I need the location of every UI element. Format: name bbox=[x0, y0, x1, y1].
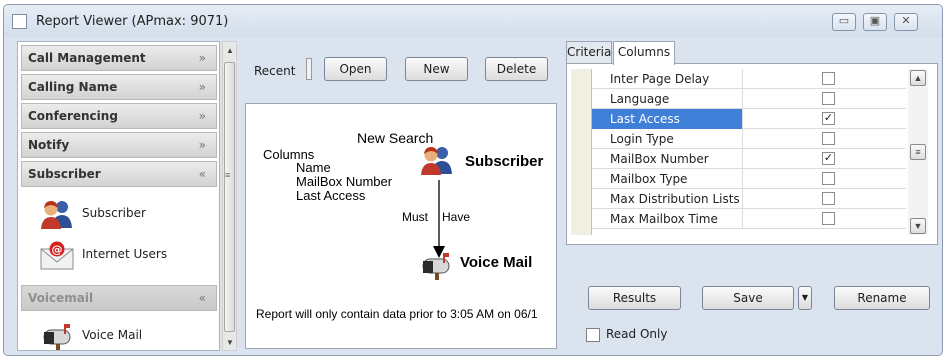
nav-item-internet-users[interactable]: @ Internet Users bbox=[40, 239, 210, 270]
table-row[interactable]: Mailbox Type bbox=[592, 169, 906, 189]
column-checkbox[interactable] bbox=[822, 132, 835, 145]
svg-text:@: @ bbox=[52, 243, 63, 256]
grip-icon: ≡ bbox=[225, 170, 231, 180]
rename-button[interactable]: Rename bbox=[834, 286, 930, 310]
navigation-pane: Call Management » Calling Name » Confere… bbox=[17, 41, 220, 351]
row-name: Language bbox=[610, 92, 670, 106]
navigation-scrollbar[interactable]: ▲ ≡ ▼ bbox=[222, 41, 237, 351]
tab-criteria[interactable]: Criteria bbox=[566, 41, 612, 63]
row-name: Last Access bbox=[610, 112, 680, 126]
mailbox-icon[interactable] bbox=[419, 249, 453, 281]
table-row[interactable]: Last Access ✓ bbox=[592, 109, 906, 129]
mailbox-icon bbox=[43, 324, 71, 350]
section-calling-name[interactable]: Calling Name » bbox=[21, 74, 217, 100]
section-label: Subscriber bbox=[28, 167, 101, 181]
scroll-thumb[interactable]: ≡ bbox=[910, 144, 926, 160]
scroll-up-icon[interactable]: ▲ bbox=[910, 70, 926, 86]
column-checkbox[interactable]: ✓ bbox=[822, 112, 835, 125]
target-node-label: Voice Mail bbox=[460, 254, 533, 271]
table-row[interactable]: Max Distribution Lists bbox=[592, 189, 906, 209]
row-name: Max Distribution Lists bbox=[610, 192, 740, 206]
table-row[interactable]: Language bbox=[592, 89, 906, 109]
save-dropdown-button[interactable]: ▼ bbox=[798, 286, 812, 310]
nav-item-label: Voice Mail bbox=[82, 328, 143, 342]
row-name: Login Type bbox=[610, 132, 674, 146]
date-limit-note: Report will only contain data prior to 3… bbox=[256, 307, 538, 321]
read-only-label: Read Only bbox=[606, 327, 668, 341]
column-item: MailBox Number bbox=[296, 174, 393, 189]
columns-scrollbar[interactable]: ▲ ≡ ▼ bbox=[908, 69, 928, 235]
users-icon[interactable] bbox=[420, 144, 454, 176]
window-title: Report Viewer (APmax: 9071) bbox=[36, 14, 229, 29]
scroll-thumb[interactable] bbox=[224, 62, 235, 332]
section-conferencing[interactable]: Conferencing » bbox=[21, 103, 217, 129]
save-button[interactable]: Save bbox=[702, 286, 794, 310]
search-diagram[interactable]: New Search Columns Name MailBox Number L… bbox=[245, 103, 557, 349]
scroll-down-icon[interactable]: ▼ bbox=[226, 338, 234, 347]
minimize-button[interactable]: ▭ bbox=[832, 13, 856, 31]
section-call-management[interactable]: Call Management » bbox=[21, 45, 217, 71]
open-button[interactable]: Open bbox=[324, 57, 387, 81]
read-only-checkbox[interactable] bbox=[586, 328, 600, 342]
maximize-button[interactable]: ▣ bbox=[863, 13, 887, 31]
scroll-up-icon[interactable]: ▲ bbox=[226, 46, 234, 55]
columns-grid: Inter Page Delay Language Last Access ✓ … bbox=[566, 63, 938, 245]
table-row[interactable]: Inter Page Delay bbox=[592, 69, 906, 89]
email-icon: @ bbox=[40, 241, 74, 270]
chevron-down-icon: » bbox=[198, 138, 206, 152]
section-voicemail[interactable]: Voicemail « bbox=[21, 285, 217, 311]
users-icon bbox=[41, 201, 72, 229]
grid-row-header bbox=[571, 69, 592, 235]
new-button[interactable]: New bbox=[405, 57, 468, 81]
properties-panel: Criteria Columns Inter Page Delay Langua… bbox=[564, 41, 942, 355]
section-notify[interactable]: Notify » bbox=[21, 132, 217, 158]
column-item: Name bbox=[296, 160, 331, 175]
source-node-label: Subscriber bbox=[465, 153, 544, 170]
relation-right-label: Have bbox=[442, 210, 471, 224]
search-panel: Recent Open New Delete New Search Column… bbox=[240, 41, 560, 351]
section-label: Voicemail bbox=[28, 291, 94, 305]
column-checkbox[interactable] bbox=[822, 92, 835, 105]
column-checkbox[interactable] bbox=[822, 212, 835, 225]
nav-item-label: Internet Users bbox=[82, 247, 168, 261]
section-label: Calling Name bbox=[28, 80, 118, 94]
nav-item-subscriber[interactable]: Subscriber bbox=[40, 198, 210, 229]
row-name: Max Mailbox Time bbox=[610, 212, 718, 226]
table-row[interactable]: Login Type bbox=[592, 129, 906, 149]
chevron-down-icon: » bbox=[198, 80, 206, 94]
delete-button[interactable]: Delete bbox=[485, 57, 548, 81]
column-item: Last Access bbox=[296, 188, 366, 203]
recent-dropdown-handle[interactable] bbox=[306, 58, 312, 80]
column-checkbox[interactable]: ✓ bbox=[822, 152, 835, 165]
section-subscriber[interactable]: Subscriber « bbox=[21, 161, 217, 187]
relation-left-label: Must bbox=[402, 210, 429, 224]
chevron-up-icon: « bbox=[198, 167, 206, 181]
window-icon bbox=[12, 14, 27, 29]
column-checkbox[interactable] bbox=[822, 72, 835, 85]
nav-item-voice-mail[interactable]: Voice Mail bbox=[40, 320, 210, 350]
recent-label: Recent bbox=[254, 64, 296, 78]
close-button[interactable]: ✕ bbox=[894, 13, 918, 31]
column-checkbox[interactable] bbox=[822, 172, 835, 185]
section-label: Conferencing bbox=[28, 109, 118, 123]
results-button[interactable]: Results bbox=[588, 286, 681, 310]
scroll-down-icon[interactable]: ▼ bbox=[910, 218, 926, 234]
title-bar: Report Viewer (APmax: 9071) ▭ ▣ ✕ bbox=[4, 5, 942, 37]
table-row[interactable]: Max Mailbox Time bbox=[592, 209, 906, 229]
chevron-up-icon: « bbox=[198, 291, 206, 305]
column-checkbox[interactable] bbox=[822, 192, 835, 205]
section-label: Call Management bbox=[28, 51, 146, 65]
report-viewer-window: Report Viewer (APmax: 9071) ▭ ▣ ✕ Call M… bbox=[3, 4, 943, 356]
row-name: Mailbox Type bbox=[610, 172, 688, 186]
chevron-down-icon: » bbox=[198, 51, 206, 65]
chevron-down-icon: » bbox=[198, 109, 206, 123]
nav-item-label: Subscriber bbox=[82, 206, 146, 220]
row-name: Inter Page Delay bbox=[610, 72, 710, 86]
tab-columns[interactable]: Columns bbox=[613, 41, 675, 65]
table-row[interactable]: MailBox Number ✓ bbox=[592, 149, 906, 169]
section-label: Notify bbox=[28, 138, 70, 152]
row-name: MailBox Number bbox=[610, 152, 709, 166]
